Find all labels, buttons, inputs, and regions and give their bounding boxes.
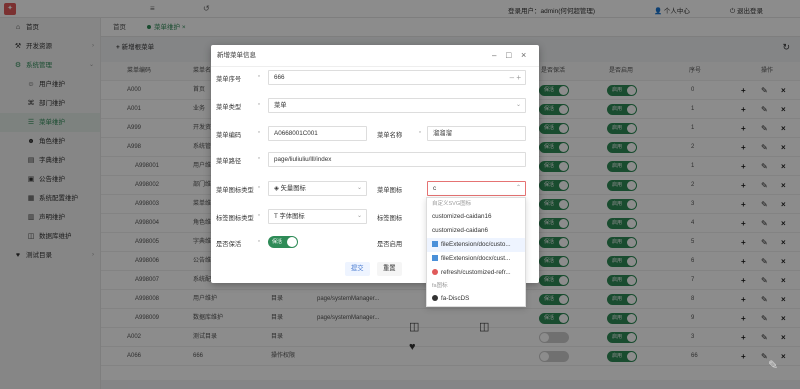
menu-order-label: 菜单序号 [216,76,242,83]
required-mark: * [258,214,260,220]
required-mark: * [258,103,260,109]
required-mark: * [258,186,260,192]
vector-icon: ◈ [274,185,279,192]
chevron-down-icon: ⌄ [356,213,362,219]
menu-type-label: 菜单类型 [216,104,242,111]
chevron-up-icon: ⌃ [515,185,521,191]
dropdown-option-label: fa-DiscDS [441,295,470,302]
chevron-down-icon: ⌄ [515,102,521,108]
menu-code-label: 菜单编码 [216,132,242,139]
chevron-down-icon: ⌄ [356,185,362,191]
dropdown-option-label: customized-caidan6 [432,227,489,234]
tab-icon-type-select[interactable]: T 字体图标 ⌄ [268,209,367,224]
menu-code-input[interactable]: A0668001C001 [268,126,367,141]
minimize-icon[interactable]: – [492,51,496,60]
doc-file-icon [432,241,438,248]
menu-path-value: page/liuliuliu/lll/index [274,156,332,163]
menu-path-input[interactable]: page/liuliuliu/lll/index [268,152,526,167]
dropdown-option-label: fileExtension/docx/cust... [441,255,511,262]
dropdown-option[interactable]: customized-caidan16 [427,210,525,224]
icon-label: 菜单图标 [377,187,403,194]
icon-search-value: c [433,185,437,192]
keep-alive-toggle[interactable]: 保活 [268,236,298,248]
icon-type-value: 矢量图标 [280,185,306,192]
required-mark: * [419,131,421,137]
tab-icon-label: 标签图标 [377,215,403,222]
dropdown-group-fa: fa图标 [432,283,448,289]
keep-alive-value: 保活 [272,239,283,245]
dropdown-option-label: fileExtension/doc/custo... [441,241,511,248]
menu-order-input[interactable]: 666 – + [268,70,526,85]
stepper-icon[interactable]: – + [510,71,521,84]
dialog-title: 新增菜单信息 [211,45,539,67]
disc-icon [432,295,438,302]
dropdown-option[interactable]: fileExtension/doc/custo... [427,238,525,252]
dropdown-option[interactable]: customized-caidan6 [427,224,525,238]
menu-name-value: 溜溜溜 [433,130,452,137]
tab-icon-type-label: 标签图标类型 [216,215,254,222]
icon-search-input[interactable]: c ⌃ [427,181,526,196]
refresh-icon [432,269,438,276]
tab-icon-type-value: 字体图标 [279,213,305,220]
menu-order-value: 666 [274,74,285,81]
close-icon[interactable]: × [521,50,526,60]
enabled-label: 是否启用 [377,241,403,248]
edit-pen-icon[interactable]: ✎ [768,358,778,372]
dropdown-option-label: refresh/customized-refr... [441,269,511,276]
reset-button[interactable]: 重置 [377,262,402,276]
dropdown-option[interactable]: fileExtension/docx/cust... [427,252,525,266]
dropdown-option[interactable]: fa-DiscDS [427,292,525,306]
menu-name-label: 菜单名称 [377,132,403,139]
dropdown-option[interactable]: refresh/customized-refr... [427,266,525,280]
icon-type-label: 菜单图标类型 [216,187,254,194]
menu-path-label: 菜单路径 [216,158,242,165]
required-mark: * [258,240,260,246]
icon-type-select[interactable]: ◈ 矢量图标 ⌄ [268,181,367,196]
keep-alive-label: 是否保活 [216,241,242,248]
dropdown-group-svg: 自定义SVG图标 [432,201,472,207]
required-mark: * [258,131,260,137]
menu-type-value: 菜单 [274,102,287,109]
menu-name-input[interactable]: 溜溜溜 [427,126,526,141]
menu-code-value: A0668001C001 [274,130,318,137]
maximize-icon[interactable]: □ [506,50,511,60]
submit-button[interactable]: 提交 [345,262,370,276]
required-mark: * [258,157,260,163]
required-mark: * [258,75,260,81]
icon-dropdown: 自定义SVG图标 customized-caidan16 customized-… [426,197,526,307]
docx-file-icon [432,255,438,262]
font-icon: T [274,213,278,220]
menu-type-select[interactable]: 菜单 ⌄ [268,98,526,113]
dropdown-option-label: customized-caidan16 [432,213,492,220]
